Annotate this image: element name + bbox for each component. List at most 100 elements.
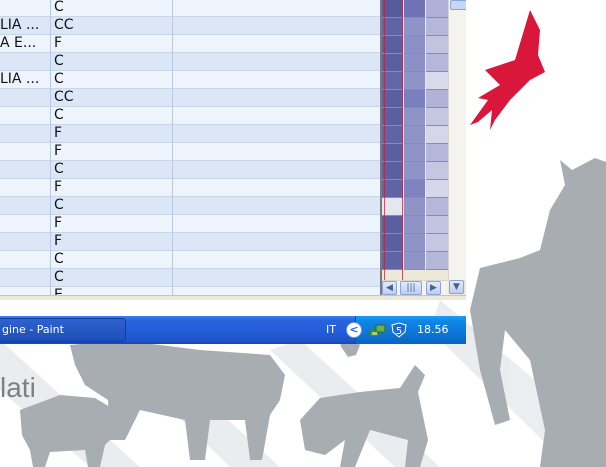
palette-cell[interactable]: [426, 234, 448, 252]
table-cell[interactable]: C: [54, 269, 166, 287]
palette-cell[interactable]: [382, 234, 403, 252]
palette-cell[interactable]: [382, 54, 403, 72]
palette-cell[interactable]: [404, 144, 425, 162]
table-cell[interactable]: F: [54, 215, 166, 233]
palette-cell[interactable]: [382, 162, 403, 180]
palette-cell[interactable]: [382, 18, 403, 36]
palette-cell[interactable]: [404, 72, 425, 90]
palette-cell[interactable]: [426, 54, 448, 72]
table-row[interactable]: LIA ... CC: [0, 17, 380, 35]
scroll-horizontal-thumb[interactable]: |||: [400, 281, 422, 295]
taskbar-button-paint[interactable]: gine - Paint: [0, 318, 126, 342]
table-cell[interactable]: C: [54, 161, 166, 179]
table-row[interactable]: F: [0, 215, 380, 233]
palette-cell[interactable]: [382, 198, 403, 216]
vertical-scrollbar[interactable]: [448, 0, 466, 280]
table-row[interactable]: F: [0, 125, 380, 143]
table-row[interactable]: F: [0, 143, 380, 161]
table-cell[interactable]: LIA ...: [0, 71, 48, 89]
table-cell[interactable]: C: [54, 251, 166, 269]
palette-cell[interactable]: [426, 108, 448, 126]
palette-cell[interactable]: [404, 216, 425, 234]
table-cell[interactable]: [0, 107, 48, 125]
scroll-right-button[interactable]: ▶: [426, 281, 441, 295]
palette-cell[interactable]: [404, 198, 425, 216]
palette-cell[interactable]: [382, 90, 403, 108]
table-row[interactable]: C: [0, 53, 380, 71]
table-row[interactable]: C: [0, 269, 380, 287]
language-indicator[interactable]: IT: [326, 316, 336, 344]
palette-cell[interactable]: [382, 252, 403, 270]
table-cell[interactable]: [0, 161, 48, 179]
table-row[interactable]: F: [0, 233, 380, 251]
palette-cell[interactable]: [426, 252, 448, 270]
palette-cell[interactable]: [404, 252, 425, 270]
table-row[interactable]: A E... F: [0, 35, 380, 53]
scroll-thumb[interactable]: [450, 0, 466, 10]
palette-cell[interactable]: [426, 90, 448, 108]
table-cell[interactable]: LIA ...: [0, 17, 48, 35]
table-row[interactable]: C: [0, 251, 380, 269]
show-hidden-icons-button[interactable]: <: [346, 322, 362, 338]
table-cell[interactable]: F: [54, 35, 166, 53]
table-cell[interactable]: C: [54, 71, 166, 89]
palette-cell[interactable]: [382, 72, 403, 90]
table-row[interactable]: CC: [0, 89, 380, 107]
network-icon[interactable]: [369, 322, 387, 338]
table-row[interactable]: C: [0, 161, 380, 179]
table-cell[interactable]: [0, 215, 48, 233]
taskbar-clock[interactable]: 18.56: [417, 316, 449, 344]
table-cell[interactable]: F: [54, 233, 166, 251]
table-cell[interactable]: [0, 125, 48, 143]
table-cell[interactable]: F: [54, 179, 166, 197]
table-cell[interactable]: [0, 0, 48, 17]
palette-cell[interactable]: [404, 108, 425, 126]
table-row[interactable]: C: [0, 0, 380, 17]
table-cell[interactable]: C: [54, 53, 166, 71]
palette-cell[interactable]: [426, 162, 448, 180]
table-cell[interactable]: [0, 197, 48, 215]
palette-cell[interactable]: [382, 144, 403, 162]
palette-cell[interactable]: [404, 0, 425, 18]
table-row[interactable]: C: [0, 197, 380, 215]
palette-cell[interactable]: [404, 36, 425, 54]
palette-cell[interactable]: [426, 18, 448, 36]
table-row[interactable]: LIA ... C: [0, 71, 380, 89]
palette-cell[interactable]: [426, 198, 448, 216]
table-cell[interactable]: A E...: [0, 35, 48, 53]
table-row[interactable]: E: [0, 287, 380, 295]
palette-cell[interactable]: [382, 180, 403, 198]
palette-cell[interactable]: [382, 216, 403, 234]
palette-cell[interactable]: [426, 72, 448, 90]
table-cell[interactable]: [0, 287, 48, 295]
palette-cell[interactable]: [382, 126, 403, 144]
palette-cell[interactable]: [426, 216, 448, 234]
table-cell[interactable]: C: [54, 107, 166, 125]
table-cell[interactable]: [0, 53, 48, 71]
palette-cell[interactable]: [426, 126, 448, 144]
palette-cell[interactable]: [404, 126, 425, 144]
table-cell[interactable]: [0, 89, 48, 107]
palette-cell[interactable]: [426, 36, 448, 54]
palette-cell[interactable]: [426, 0, 448, 18]
palette-cell[interactable]: [426, 144, 448, 162]
palette-cell[interactable]: [382, 36, 403, 54]
horizontal-scrollbar[interactable]: ◀ ||| ▶: [382, 280, 448, 295]
table-cell[interactable]: C: [54, 0, 166, 17]
palette-cell[interactable]: [426, 180, 448, 198]
palette-cell[interactable]: [404, 18, 425, 36]
table-cell[interactable]: [0, 179, 48, 197]
palette-cell[interactable]: [404, 234, 425, 252]
table-row[interactable]: C: [0, 107, 380, 125]
scroll-left-button[interactable]: ◀: [382, 281, 397, 295]
palette-cell[interactable]: [404, 162, 425, 180]
table-cell[interactable]: CC: [54, 17, 166, 35]
palette-cell[interactable]: [382, 0, 403, 18]
scroll-down-button[interactable]: ▼: [449, 280, 464, 294]
palette-cell[interactable]: [404, 180, 425, 198]
palette-cell[interactable]: [382, 108, 403, 126]
table-cell[interactable]: C: [54, 197, 166, 215]
table-cell[interactable]: CC: [54, 89, 166, 107]
table-cell[interactable]: [0, 251, 48, 269]
palette-cell[interactable]: [404, 54, 425, 72]
